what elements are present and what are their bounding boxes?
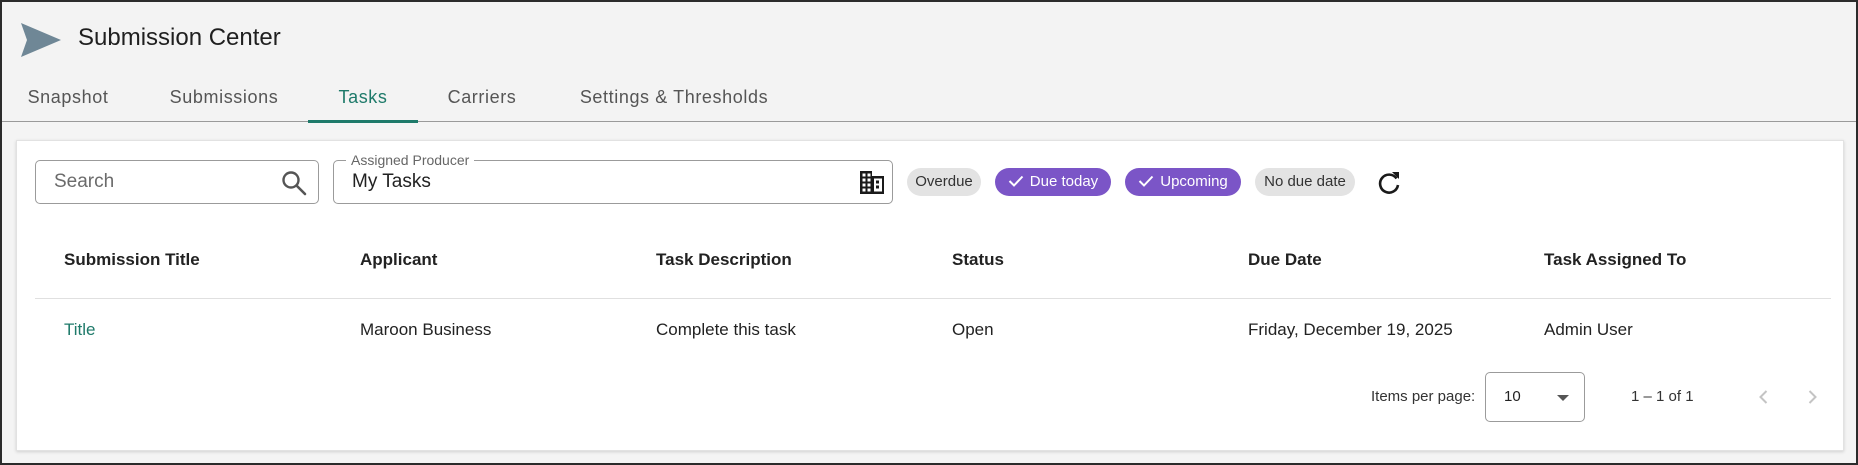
task-description-cell: Complete this task: [656, 320, 796, 339]
status-cell: Open: [952, 320, 994, 339]
tab-submissions[interactable]: Submissions: [164, 80, 284, 122]
tab-snapshot[interactable]: Snapshot: [26, 80, 110, 122]
search-icon[interactable]: [281, 170, 307, 196]
column-header-submission-title: Submission Title: [64, 250, 200, 269]
chip-overdue[interactable]: Overdue: [907, 168, 981, 196]
submission-title-link[interactable]: Title: [64, 320, 96, 340]
previous-page-icon[interactable]: [1753, 386, 1775, 408]
check-icon: [1139, 175, 1154, 187]
chip-no-due-date[interactable]: No due date: [1255, 168, 1355, 196]
tab-settings-thresholds[interactable]: Settings & Thresholds: [574, 80, 774, 122]
chip-due-today[interactable]: Due today: [995, 168, 1111, 196]
table-row: Title Maroon Business Complete this task…: [35, 300, 1831, 364]
check-icon: [1008, 175, 1024, 187]
assigned-producer-label: Assigned Producer: [346, 152, 475, 168]
app-header: Submission Center Snapshot Submissions T…: [2, 2, 1856, 123]
assigned-producer-value: My Tasks: [352, 171, 431, 192]
applicant-cell: Maroon Business: [360, 320, 492, 339]
refresh-icon[interactable]: [1375, 169, 1403, 197]
tasks-card: Assigned Producer My Tasks Overdue Due t…: [16, 140, 1844, 451]
chip-due-today-label: Due today: [1029, 173, 1099, 190]
items-per-page-select[interactable]: 10: [1485, 372, 1585, 422]
app-title: Submission Center: [78, 24, 281, 51]
items-per-page-value: 10: [1504, 388, 1521, 405]
column-header-due-date: Due Date: [1248, 250, 1322, 269]
chip-upcoming[interactable]: Upcoming: [1125, 168, 1241, 196]
assigned-producer-select[interactable]: Assigned Producer My Tasks: [333, 152, 893, 204]
items-per-page-label: Items per page:: [1371, 388, 1476, 405]
paginator: Items per page: 10 1 – 1 of 1: [17, 372, 1845, 424]
tab-carriers[interactable]: Carriers: [444, 80, 520, 122]
caret-down-icon: [1557, 395, 1569, 401]
page-range-label: 1 – 1 of 1: [1631, 388, 1694, 405]
tab-tasks[interactable]: Tasks: [308, 80, 418, 123]
search-field[interactable]: [35, 160, 319, 204]
column-header-task-description: Task Description: [656, 250, 792, 269]
search-input[interactable]: [36, 161, 276, 203]
paper-plane-icon: [21, 23, 61, 57]
column-header-task-assigned-to: Task Assigned To: [1544, 250, 1687, 269]
chip-upcoming-label: Upcoming: [1160, 173, 1228, 190]
column-header-applicant: Applicant: [360, 250, 438, 269]
assigned-to-cell: Admin User: [1544, 320, 1633, 339]
table-header: Submission Title Applicant Task Descript…: [35, 221, 1831, 299]
next-page-icon[interactable]: [1801, 386, 1823, 408]
building-icon[interactable]: [859, 169, 885, 195]
column-header-status: Status: [952, 250, 1004, 269]
due-date-cell: Friday, December 19, 2025: [1248, 320, 1453, 339]
